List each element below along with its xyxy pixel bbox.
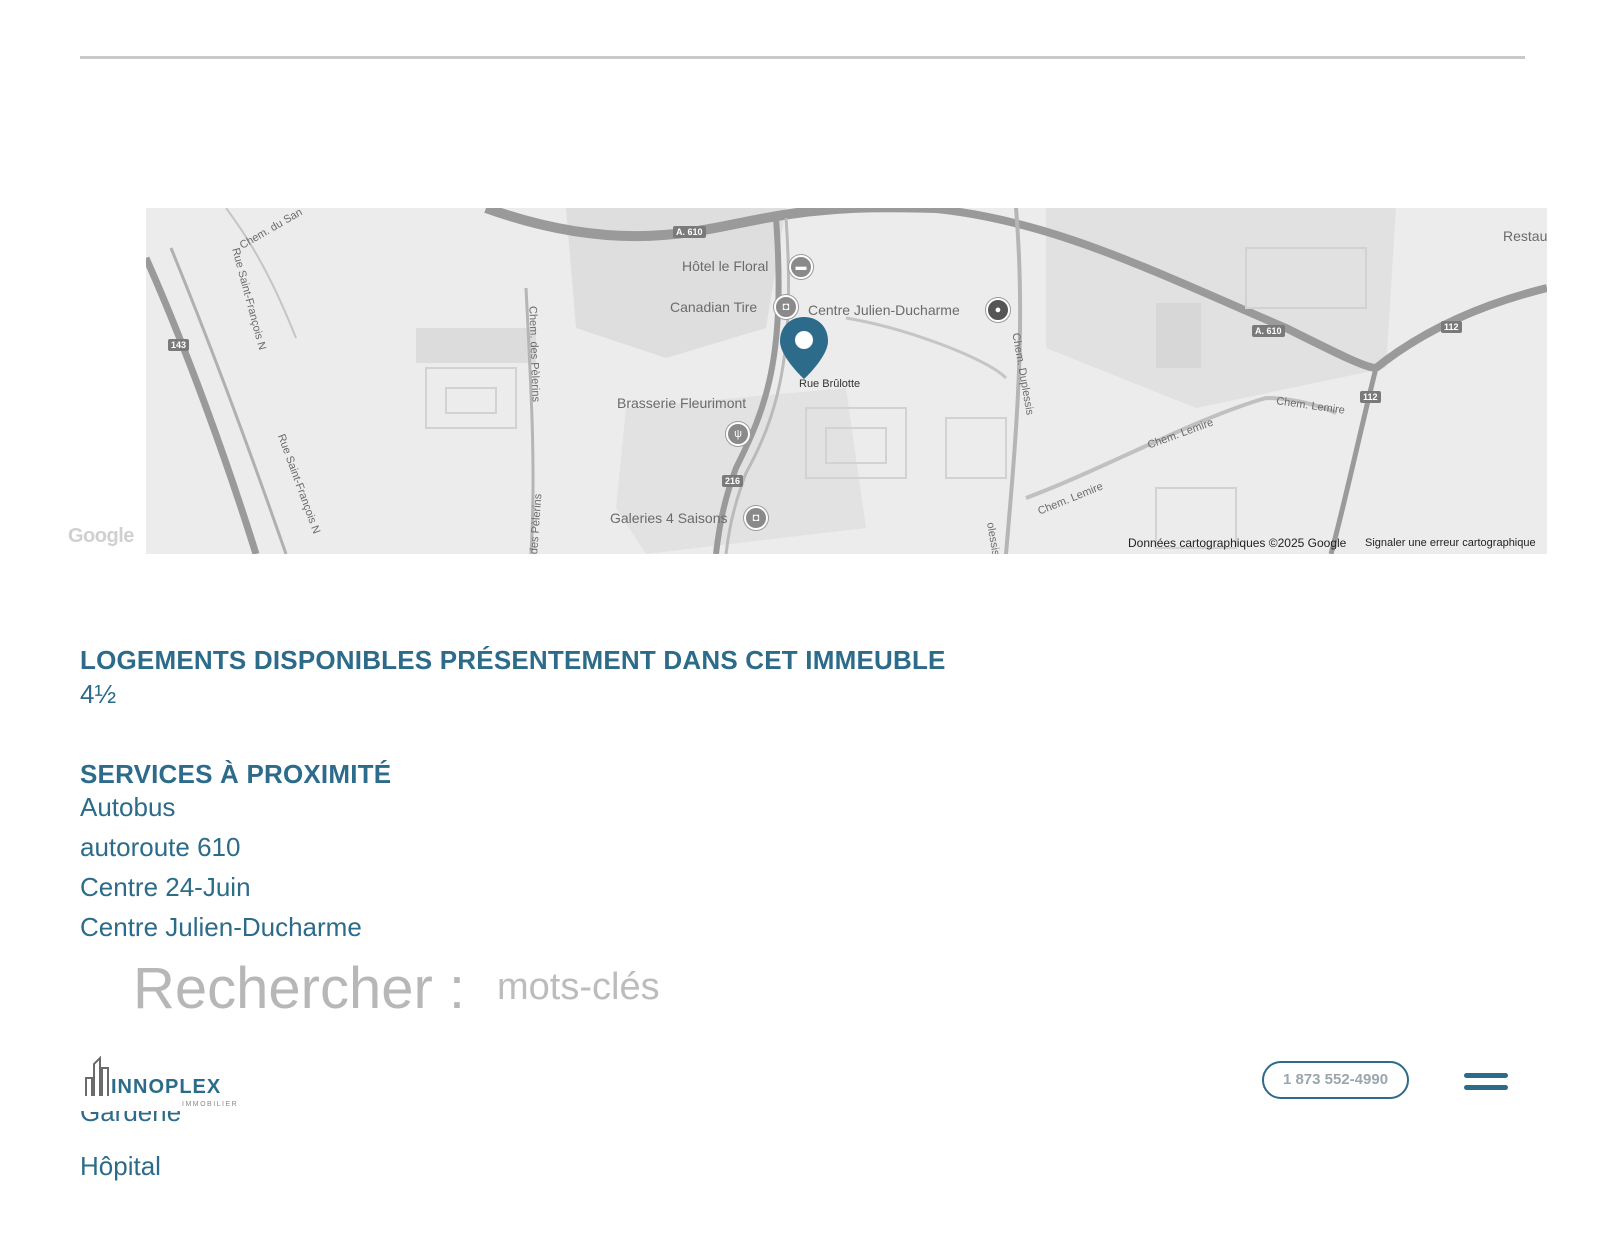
available-units-value: 4½ — [80, 679, 117, 709]
service-item: Garderie — [80, 1111, 182, 1127]
map-embed[interactable]: Hôtel le Floral ▬ Canadian Tire ◘ Centre… — [146, 208, 1547, 554]
service-item: Centre Julien-Ducharme — [80, 912, 362, 942]
route-shield: 112 — [1441, 321, 1462, 333]
building-logo-icon — [85, 1055, 109, 1096]
logo-text: INNOPLEX — [111, 1076, 222, 1098]
search-input[interactable] — [495, 963, 759, 1011]
map-label-hotel[interactable]: Hôtel le Floral — [682, 258, 768, 274]
google-logo[interactable]: Google — [68, 525, 134, 548]
map-label-centre-julien[interactable]: Centre Julien-Ducharme — [808, 302, 960, 318]
highway-shield: A. 610 — [1252, 325, 1285, 337]
service-item: Autobus — [80, 792, 176, 822]
map-label-brasserie[interactable]: Brasserie Fleurimont — [617, 395, 746, 411]
services-title: SERVICES À PROXIMITÉ — [80, 759, 392, 789]
place-icon[interactable]: ● — [986, 298, 1010, 322]
map-report-link[interactable]: Signaler une erreur cartographique — [1365, 537, 1536, 549]
map-label-canadian-tire[interactable]: Canadian Tire — [670, 299, 757, 315]
top-divider — [80, 56, 1525, 59]
shopping-bag-icon[interactable]: ◘ — [744, 506, 768, 530]
shopping-bag-icon[interactable]: ◘ — [774, 295, 798, 319]
service-item: Centre 24-Juin — [80, 872, 251, 902]
restaurant-icon[interactable]: ψ — [726, 422, 750, 446]
logo-subtext: IMMOBILIER — [182, 1101, 239, 1108]
service-item: Hôpital — [80, 1151, 161, 1181]
hotel-icon[interactable]: ▬ — [789, 255, 813, 279]
highway-shield: A. 610 — [673, 226, 706, 238]
location-marker-icon[interactable] — [780, 317, 828, 379]
route-shield: 112 — [1360, 391, 1381, 403]
map-label-rue-brulotte: Rue Brûlotte — [799, 378, 861, 390]
hamburger-menu-icon[interactable] — [1464, 1073, 1508, 1095]
map-label-galeries[interactable]: Galeries 4 Saisons — [610, 510, 728, 526]
map-label-restau[interactable]: Restau — [1503, 228, 1547, 244]
route-shield: 143 — [168, 339, 190, 351]
available-units-title: LOGEMENTS DISPONIBLES PRÉSENTEMENT DANS … — [80, 645, 946, 675]
service-item: autoroute 610 — [80, 832, 241, 862]
search-label: Rechercher : — [133, 956, 466, 1021]
innoplex-logo[interactable]: INNOPLEX IMMOBILIER — [84, 1052, 244, 1112]
map-attribution: Données cartographiques ©2025 Google — [1128, 536, 1347, 550]
phone-button[interactable]: 1 873 552-4990 — [1262, 1061, 1409, 1099]
route-shield: 216 — [722, 475, 744, 487]
